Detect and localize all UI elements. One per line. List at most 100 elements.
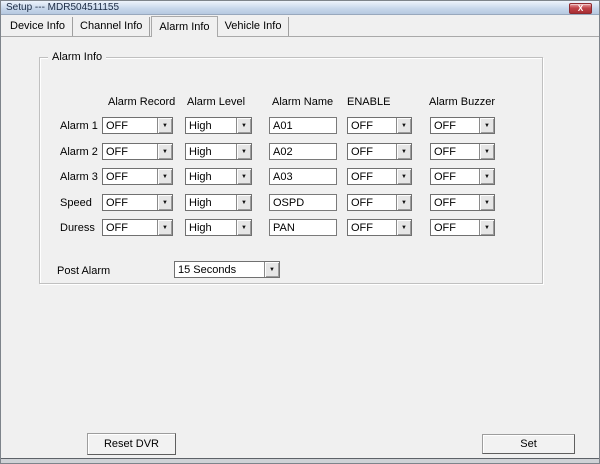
row-label: Alarm 1 <box>60 120 98 132</box>
window-title: Setup --- MDR504511155 <box>6 2 120 13</box>
tab-device-info[interactable]: Device Info <box>3 17 74 36</box>
alarm2-buzzer-select[interactable]: OFF ▼ <box>430 143 495 160</box>
alarm3-level-select[interactable]: High ▼ <box>185 168 252 185</box>
close-button[interactable]: X <box>569 3 592 14</box>
window-bottom-frame <box>1 458 599 463</box>
dropdown-arrow-icon: ▼ <box>157 195 172 210</box>
row-label: Duress <box>60 222 95 234</box>
alarm-row-2: Alarm 2 OFF ▼ High ▼ OFF ▼ OFF ▼ <box>40 143 542 160</box>
dropdown-arrow-icon: ▼ <box>157 144 172 159</box>
dropdown-arrow-icon: ▼ <box>396 195 411 210</box>
selected-value: OFF <box>106 197 128 209</box>
speed-row: Speed OFF ▼ High ▼ OFF ▼ OFF ▼ <box>40 194 542 211</box>
dropdown-arrow-icon: ▼ <box>236 220 251 235</box>
dropdown-arrow-icon: ▼ <box>479 195 494 210</box>
dropdown-arrow-icon: ▼ <box>479 169 494 184</box>
selected-value: 15 Seconds <box>178 264 237 276</box>
alarm3-enable-select[interactable]: OFF ▼ <box>347 168 412 185</box>
dropdown-arrow-icon: ▼ <box>157 169 172 184</box>
duress-buzzer-select[interactable]: OFF ▼ <box>430 219 495 236</box>
selected-value: OFF <box>434 171 456 183</box>
dropdown-arrow-icon: ▼ <box>157 118 172 133</box>
column-headers: Alarm Record Alarm Level Alarm Name ENAB… <box>40 96 542 110</box>
alarm-row-1: Alarm 1 OFF ▼ High ▼ OFF ▼ OFF ▼ <box>40 117 542 134</box>
alarm2-enable-select[interactable]: OFF ▼ <box>347 143 412 160</box>
selected-value: OFF <box>106 222 128 234</box>
alarm2-name-input[interactable] <box>269 143 337 160</box>
selected-value: OFF <box>106 171 128 183</box>
dropdown-arrow-icon: ▼ <box>396 144 411 159</box>
header-alarm-name: Alarm Name <box>272 96 334 108</box>
selected-value: High <box>189 197 212 209</box>
selected-value: OFF <box>351 146 373 158</box>
row-label: Alarm 2 <box>60 146 98 158</box>
selected-value: OFF <box>434 146 456 158</box>
close-icon: X <box>577 4 584 13</box>
selected-value: High <box>189 146 212 158</box>
header-alarm-buzzer: Alarm Buzzer <box>429 96 496 108</box>
alarm2-record-select[interactable]: OFF ▼ <box>102 143 173 160</box>
row-label: Alarm 3 <box>60 171 98 183</box>
row-label: Speed <box>60 197 92 209</box>
dropdown-arrow-icon: ▼ <box>236 169 251 184</box>
dropdown-arrow-icon: ▼ <box>396 220 411 235</box>
tab-vehicle-info[interactable]: Vehicle Info <box>218 17 290 36</box>
header-enable: ENABLE <box>347 96 391 108</box>
setup-dialog: Setup --- MDR504511155 X Device Info Cha… <box>0 0 600 464</box>
post-alarm-label: Post Alarm <box>57 265 111 277</box>
alarm1-enable-select[interactable]: OFF ▼ <box>347 117 412 134</box>
tab-alarm-info[interactable]: Alarm Info <box>151 16 218 37</box>
alarm1-record-select[interactable]: OFF ▼ <box>102 117 173 134</box>
speed-record-select[interactable]: OFF ▼ <box>102 194 173 211</box>
title-bar[interactable]: Setup --- MDR504511155 X <box>1 1 599 15</box>
set-button[interactable]: Set <box>482 434 575 454</box>
selected-value: OFF <box>351 120 373 132</box>
selected-value: OFF <box>351 171 373 183</box>
alarm1-level-select[interactable]: High ▼ <box>185 117 252 134</box>
selected-value: OFF <box>434 222 456 234</box>
tab-strip: Device Info Channel Info Alarm Info Vehi… <box>1 15 599 37</box>
alarm3-name-input[interactable] <box>269 168 337 185</box>
selected-value: OFF <box>106 146 128 158</box>
groupbox-title: Alarm Info <box>48 51 107 63</box>
speed-name-input[interactable] <box>269 194 337 211</box>
dropdown-arrow-icon: ▼ <box>396 118 411 133</box>
speed-buzzer-select[interactable]: OFF ▼ <box>430 194 495 211</box>
alarm2-level-select[interactable]: High ▼ <box>185 143 252 160</box>
alarm1-name-input[interactable] <box>269 117 337 134</box>
dropdown-arrow-icon: ▼ <box>479 118 494 133</box>
header-alarm-level: Alarm Level <box>187 96 246 108</box>
dropdown-arrow-icon: ▼ <box>479 144 494 159</box>
dropdown-arrow-icon: ▼ <box>396 169 411 184</box>
dropdown-arrow-icon: ▼ <box>264 262 279 277</box>
selected-value: High <box>189 171 212 183</box>
alarm-info-groupbox: Alarm Info Alarm Record Alarm Level Alar… <box>39 51 543 284</box>
tab-channel-info[interactable]: Channel Info <box>73 17 151 36</box>
selected-value: OFF <box>434 120 456 132</box>
selected-value: OFF <box>351 197 373 209</box>
dropdown-arrow-icon: ▼ <box>236 144 251 159</box>
selected-value: OFF <box>351 222 373 234</box>
header-alarm-record: Alarm Record <box>108 96 176 108</box>
duress-record-select[interactable]: OFF ▼ <box>102 219 173 236</box>
selected-value: High <box>189 222 212 234</box>
duress-row: Duress OFF ▼ High ▼ OFF ▼ OFF ▼ <box>40 219 542 236</box>
selected-value: OFF <box>434 197 456 209</box>
dropdown-arrow-icon: ▼ <box>236 195 251 210</box>
speed-level-select[interactable]: High ▼ <box>185 194 252 211</box>
dropdown-arrow-icon: ▼ <box>479 220 494 235</box>
speed-enable-select[interactable]: OFF ▼ <box>347 194 412 211</box>
selected-value: High <box>189 120 212 132</box>
duress-level-select[interactable]: High ▼ <box>185 219 252 236</box>
alarm-row-3: Alarm 3 OFF ▼ High ▼ OFF ▼ OFF ▼ <box>40 168 542 185</box>
alarm1-buzzer-select[interactable]: OFF ▼ <box>430 117 495 134</box>
dropdown-arrow-icon: ▼ <box>157 220 172 235</box>
duress-enable-select[interactable]: OFF ▼ <box>347 219 412 236</box>
selected-value: OFF <box>106 120 128 132</box>
duress-name-input[interactable] <box>269 219 337 236</box>
alarm3-record-select[interactable]: OFF ▼ <box>102 168 173 185</box>
post-alarm-select[interactable]: 15 Seconds ▼ <box>174 261 280 278</box>
alarm3-buzzer-select[interactable]: OFF ▼ <box>430 168 495 185</box>
dropdown-arrow-icon: ▼ <box>236 118 251 133</box>
reset-dvr-button[interactable]: Reset DVR <box>87 433 176 455</box>
